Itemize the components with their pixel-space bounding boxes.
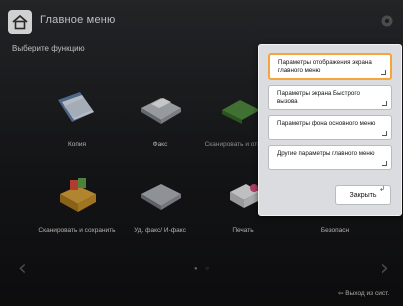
option-quick-menu-screen[interactable]: Параметры экрана Быстрого вызова: [268, 85, 392, 110]
option-other-main-menu-settings[interactable]: Другие параметры главного меню: [268, 145, 392, 170]
chevron-down-icon: [382, 131, 387, 136]
home-menu-settings-dialog: Параметры отображения экрана главного ме…: [258, 44, 402, 216]
chevron-down-icon: [382, 161, 387, 166]
option-home-screen-display[interactable]: Параметры отображения экрана главного ме…: [268, 53, 392, 80]
chevron-down-icon: [381, 70, 386, 75]
return-icon: ↲: [379, 186, 385, 193]
chevron-down-icon: [382, 101, 387, 106]
close-button[interactable]: Закрыть ↲: [335, 185, 391, 205]
option-label: Параметры фона основного меню: [277, 120, 376, 127]
option-main-menu-background[interactable]: Параметры фона основного меню: [268, 115, 392, 140]
close-button-label: Закрыть: [349, 192, 377, 199]
option-label: Параметры отображения экрана главного ме…: [278, 59, 372, 74]
option-label: Другие параметры главного меню: [277, 150, 375, 157]
option-label: Параметры экрана Быстрого вызова: [277, 90, 360, 105]
